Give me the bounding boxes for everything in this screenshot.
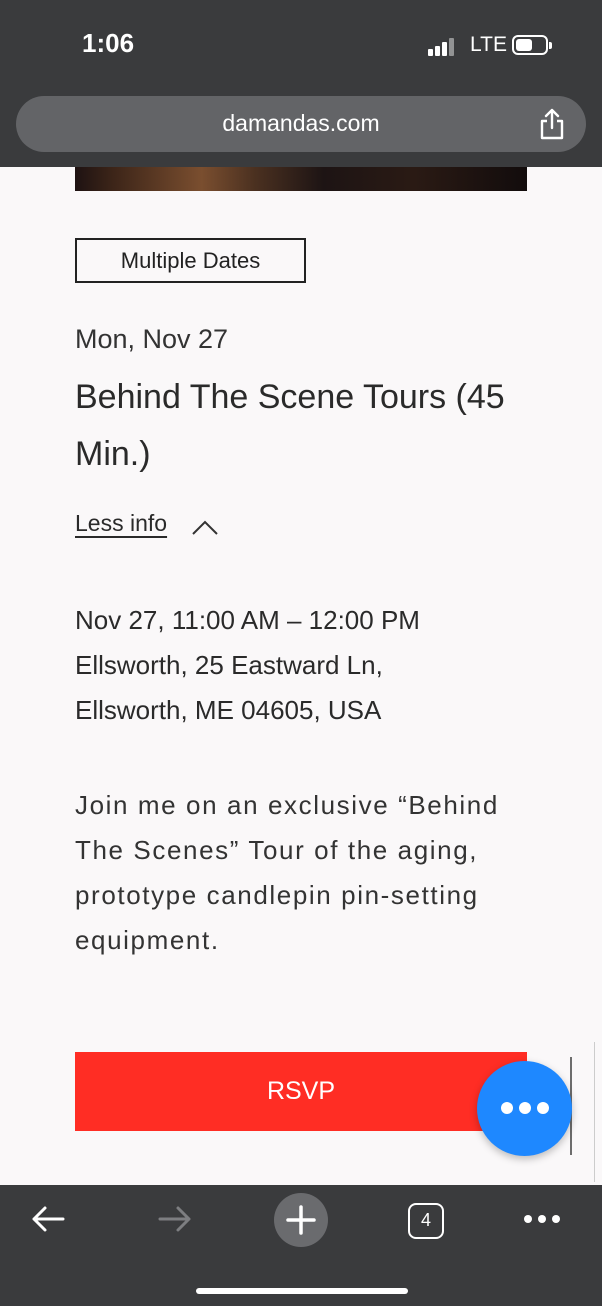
multiple-dates-badge: Multiple Dates — [75, 238, 306, 283]
more-options-icon[interactable] — [522, 1215, 562, 1225]
status-bar: 1:06 LTE — [0, 0, 602, 90]
event-address-line2: Ellsworth, ME 04605, USA — [75, 695, 382, 725]
share-icon[interactable] — [538, 108, 566, 140]
rsvp-button[interactable]: RSVP — [75, 1052, 527, 1131]
page-content: Multiple Dates Mon, Nov 27 Behind The Sc… — [0, 167, 602, 1185]
chevron-up-icon[interactable] — [191, 517, 219, 537]
scrollbar-track — [594, 1042, 595, 1182]
event-datetime: Nov 27, 11:00 AM – 12:00 PM — [75, 605, 420, 635]
address-bar[interactable]: damandas.com — [16, 96, 586, 152]
url-text[interactable]: damandas.com — [16, 110, 586, 137]
event-date: Mon, Nov 27 — [75, 324, 229, 354]
status-time: 1:06 — [82, 28, 135, 58]
chat-button[interactable] — [477, 1061, 572, 1156]
event-image — [75, 167, 527, 191]
event-description: Join me on an exclusive “Behind The Scen… — [75, 790, 499, 955]
home-indicator — [196, 1288, 408, 1294]
event-title: Behind The Scene Tours (45 Min.) — [75, 378, 505, 473]
battery-icon — [512, 35, 552, 55]
chat-ellipsis-icon — [501, 1102, 513, 1114]
back-arrow-icon[interactable] — [30, 1204, 66, 1234]
network-type: LTE — [470, 33, 507, 56]
event-address-line1: Ellsworth, 25 Eastward Ln, — [75, 650, 383, 680]
signal-icon — [428, 36, 460, 56]
less-info-link[interactable]: Less info — [75, 510, 167, 537]
plus-icon — [286, 1205, 316, 1235]
browser-toolbar: 4 — [0, 1185, 602, 1306]
new-tab-button[interactable] — [274, 1193, 328, 1247]
forward-arrow-icon[interactable] — [157, 1204, 193, 1234]
tabs-button[interactable]: 4 — [408, 1203, 444, 1239]
